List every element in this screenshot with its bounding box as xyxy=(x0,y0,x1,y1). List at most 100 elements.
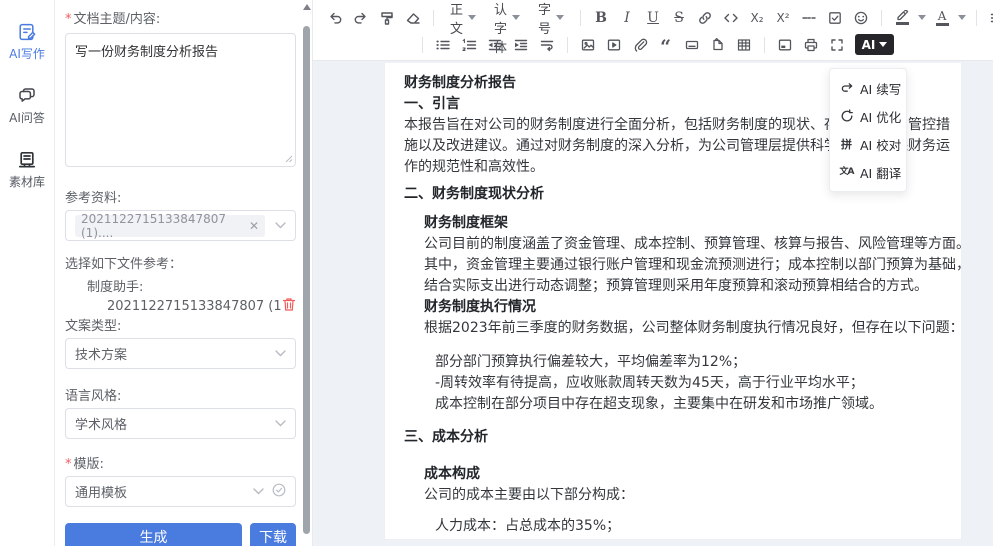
divider-icon[interactable] xyxy=(680,33,704,57)
horizontal-rule-icon[interactable] xyxy=(797,6,821,30)
toolbar-separator xyxy=(764,37,765,53)
template-select[interactable]: 通用模板 xyxy=(65,476,296,507)
font-family-dropdown[interactable]: 默认字体 xyxy=(486,6,528,30)
redo-icon[interactable] xyxy=(349,6,373,30)
align-icon[interactable] xyxy=(985,6,993,30)
image-icon[interactable] xyxy=(576,33,600,57)
line-break-icon[interactable] xyxy=(535,33,559,57)
generate-button[interactable]: 生成 xyxy=(65,523,242,546)
chevron-down-icon[interactable] xyxy=(918,15,926,20)
doc-heading: 三、成本分析 xyxy=(404,427,961,448)
toolbar-row-2: “ AI xyxy=(323,31,987,58)
strikethrough-icon[interactable]: S xyxy=(667,6,691,30)
template-value: 通用模板 xyxy=(75,482,253,501)
check-circle-icon xyxy=(272,483,286,501)
tag-remove-icon[interactable]: ✕ xyxy=(249,219,259,233)
chevron-down-icon xyxy=(275,346,286,361)
reference-tag: 2021122715133847807 (1).... ✕ xyxy=(75,215,265,237)
doc-subheading: 成本构成 xyxy=(404,464,961,485)
nav-item-ai-writing[interactable]: AI写作 xyxy=(9,22,45,62)
doc-subheading: 财务制度框架 xyxy=(404,213,961,234)
bold-icon[interactable]: B xyxy=(589,6,613,30)
delete-file-icon[interactable] xyxy=(282,297,296,316)
language-style-select[interactable]: 学术风格 xyxy=(65,408,296,439)
file-section-label: 选择如下文件参考： xyxy=(65,253,296,272)
ai-translate-icon: 文A xyxy=(839,168,854,177)
ai-tools-button[interactable]: AI xyxy=(855,34,895,55)
required-asterisk: * xyxy=(65,457,72,472)
nav-label-ai-qa: AI问答 xyxy=(9,109,45,126)
blockquote-icon[interactable]: “ xyxy=(654,33,678,57)
scrollbar-thumb[interactable] xyxy=(303,26,310,534)
ai-tools-menu: AI 续写 AI 优化 拼 AI 校对 文A AI 翻译 xyxy=(829,68,907,192)
font-size-dropdown[interactable]: 字号 xyxy=(530,6,572,30)
page-break-icon[interactable] xyxy=(706,33,730,57)
table-icon[interactable] xyxy=(732,33,756,57)
selected-file-row: 2021122715133847807 (1).... xyxy=(65,297,296,315)
indent-icon[interactable] xyxy=(509,33,533,57)
app: { "sidebar": { "items": [ { "label": "AI… xyxy=(0,0,993,546)
link-icon[interactable] xyxy=(693,6,717,30)
menu-item-ai-proofread[interactable]: 拼 AI 校对 xyxy=(830,130,906,158)
nav-label-ai-writing: AI写作 xyxy=(9,45,45,62)
format-painter-icon[interactable] xyxy=(375,6,399,30)
paragraph-style-dropdown[interactable]: 正文 xyxy=(442,6,484,30)
ai-optimize-icon xyxy=(839,109,854,123)
toolbar-separator xyxy=(567,37,568,53)
code-icon[interactable] xyxy=(719,6,743,30)
ai-qa-icon xyxy=(17,86,37,106)
topic-textarea-wrap: 写一份财务制度分析报告 xyxy=(65,33,296,171)
checkbox-icon[interactable] xyxy=(823,6,847,30)
material-library-icon xyxy=(17,150,37,170)
print-icon[interactable] xyxy=(799,33,823,57)
outdent-icon[interactable] xyxy=(483,33,507,57)
eraser-icon[interactable] xyxy=(401,6,425,30)
doc-subheading: 财务制度执行情况 xyxy=(404,297,961,318)
bullet-list-icon[interactable] xyxy=(431,33,455,57)
toolbar-separator xyxy=(881,10,882,26)
toolbar-separator xyxy=(422,37,423,53)
nav-item-ai-qa[interactable]: AI问答 xyxy=(9,86,45,126)
emoji-icon[interactable] xyxy=(849,6,873,30)
doc-type-select[interactable]: 技术方案 xyxy=(65,338,296,369)
attachment-icon[interactable] xyxy=(628,33,652,57)
editor-toolbar: 正文 默认字体 字号 B I U S X₂ X² A xyxy=(313,0,993,61)
doc-list-line: 成本控制在部分项目中存在超支现象，主要集中在研发和市场推广领域。 xyxy=(404,394,961,415)
chevron-down-icon xyxy=(275,218,286,233)
menu-item-ai-continue[interactable]: AI 续写 xyxy=(830,74,906,102)
float-panel-icon[interactable] xyxy=(773,33,797,57)
doc-paragraph-line: 其中，资金管理主要通过银行账户管理和现金流预测进行；成本控制以部门预算为基础， xyxy=(404,255,961,276)
video-icon[interactable] xyxy=(602,33,626,57)
chevron-down-icon xyxy=(556,15,564,20)
chevron-down-icon xyxy=(512,15,520,20)
ai-proofread-icon: 拼 xyxy=(839,139,854,150)
menu-item-ai-translate[interactable]: 文A AI 翻译 xyxy=(830,158,906,186)
italic-icon[interactable]: I xyxy=(615,6,639,30)
chevron-down-icon xyxy=(253,484,264,499)
scroll-up-arrow-icon[interactable] xyxy=(303,4,311,10)
chevron-down-icon[interactable] xyxy=(958,15,966,20)
doc-type-value: 技术方案 xyxy=(75,344,275,363)
toolbar-separator xyxy=(580,10,581,26)
underline-icon[interactable]: U xyxy=(641,6,665,30)
chevron-down-icon xyxy=(468,15,476,20)
ai-writing-form-panel: *文档主题/内容: 写一份财务制度分析报告 参考资料: 202112271513… xyxy=(55,0,313,546)
menu-item-ai-optimize[interactable]: AI 优化 xyxy=(830,102,906,130)
download-button[interactable]: 下载 xyxy=(250,523,296,546)
nav-item-material-library[interactable]: 素材库 xyxy=(9,150,45,190)
fullscreen-icon[interactable] xyxy=(825,33,849,57)
form-actions: 生成 下载 xyxy=(65,523,296,546)
subscript-icon[interactable]: X₂ xyxy=(745,6,769,30)
font-color-icon[interactable]: A xyxy=(930,6,954,30)
nav-label-material-library: 素材库 xyxy=(9,173,45,190)
topic-textarea[interactable]: 写一份财务制度分析报告 xyxy=(65,33,296,167)
language-style-value: 学术风格 xyxy=(75,414,275,433)
highlight-color-icon[interactable] xyxy=(890,6,914,30)
undo-icon[interactable] xyxy=(323,6,347,30)
required-asterisk: * xyxy=(65,12,72,27)
superscript-icon[interactable]: X² xyxy=(771,6,795,30)
textarea-resize-handle[interactable] xyxy=(285,152,293,167)
form-scrollbar[interactable] xyxy=(302,2,311,542)
reference-select[interactable]: 2021122715133847807 (1).... ✕ xyxy=(65,210,296,241)
ordered-list-icon[interactable] xyxy=(457,33,481,57)
